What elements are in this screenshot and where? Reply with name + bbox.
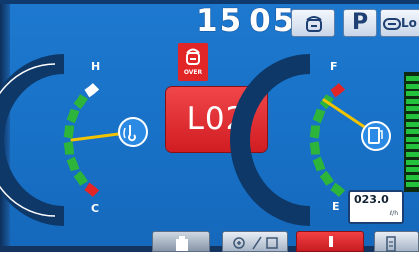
bar-segment — [406, 76, 419, 81]
bar-segment — [406, 106, 419, 112]
bar-segment — [406, 182, 419, 188]
bar-segment — [406, 129, 419, 135]
gauge-segment — [73, 170, 88, 186]
gauge-segment — [66, 108, 80, 124]
gauge-segment — [330, 182, 346, 197]
bar-segment — [406, 98, 419, 104]
gauge-segment — [330, 83, 346, 98]
list-icon — [386, 236, 396, 252]
fuel-full-label: F — [330, 60, 338, 73]
coolant-low-label: C — [91, 202, 99, 215]
bar-segment — [406, 114, 419, 119]
function-button-warning[interactable] — [296, 231, 364, 252]
hour-meter-value: 023.0 — [354, 193, 389, 206]
gauge-segment — [312, 108, 326, 124]
function-button-2[interactable] — [222, 231, 288, 252]
bar-segment — [406, 152, 419, 157]
coolant-temperature-icon — [118, 117, 148, 147]
settings-icon — [233, 236, 278, 250]
bar-segment — [406, 121, 419, 127]
coolant-high-label: H — [91, 60, 100, 73]
monitor-panel: 15 05 P Lo OVER L02 H C F E 023.0 ℓ/h — [0, 0, 419, 252]
bar-segment — [406, 174, 419, 180]
gauge-segment — [312, 156, 326, 172]
gauge-segment — [63, 141, 75, 155]
hour-meter-unit: ℓ/h — [389, 210, 398, 217]
coolant-gauge: H C — [0, 54, 148, 226]
exclamation-icon — [329, 236, 333, 247]
gauge-segment — [84, 182, 100, 197]
gauge-segment — [319, 170, 334, 186]
bar-segment — [406, 167, 419, 173]
gauge-segment — [63, 125, 75, 139]
gauge-segment — [84, 83, 100, 98]
bar-segment — [406, 136, 419, 142]
gauge-segment — [309, 125, 321, 139]
hour-meter: 023.0 ℓ/h — [348, 190, 404, 224]
bar-segment — [406, 159, 419, 165]
gauge-segment — [309, 141, 321, 155]
gauge-segment — [73, 94, 88, 110]
tool-icon — [176, 236, 188, 251]
load-bar-graph — [404, 72, 419, 192]
function-button-4[interactable] — [374, 231, 419, 252]
gauge-segment — [66, 156, 80, 172]
bar-segment — [406, 144, 419, 150]
fuel-icon — [361, 121, 391, 151]
bar-segment — [406, 91, 419, 97]
bar-segment — [406, 83, 419, 89]
function-button-1[interactable] — [152, 231, 210, 252]
fuel-empty-label: E — [332, 200, 340, 213]
